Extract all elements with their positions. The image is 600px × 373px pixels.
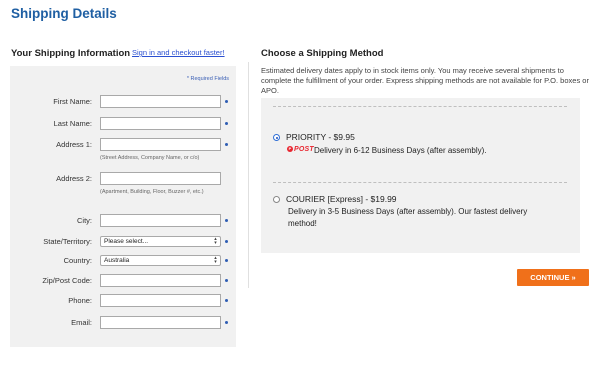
required-indicator (225, 143, 228, 146)
column-divider (248, 62, 249, 288)
address1-field[interactable] (100, 138, 221, 151)
required-indicator (225, 299, 228, 302)
shipping-method-intro: Estimated delivery dates apply to in sto… (261, 66, 589, 95)
signin-link[interactable]: Sign in and checkout faster! (132, 48, 225, 57)
zip-label: Zip/Post Code: (42, 276, 92, 285)
required-indicator (225, 259, 228, 262)
auspost-logo: P POST (287, 146, 314, 153)
continue-button[interactable]: CONTINUE » (517, 269, 589, 286)
address1-hint: (Street Address, Company Name, or c/o) (100, 155, 200, 161)
select-arrows-icon: ▴ ▾ (214, 255, 217, 265)
courier-option-description-line2: method! (288, 219, 317, 228)
last-name-field[interactable] (100, 117, 221, 130)
country-select-value: Australia (104, 257, 130, 264)
required-indicator (225, 279, 228, 282)
first-name-label: First Name: (53, 97, 92, 106)
country-select[interactable]: Australia ▴ ▾ (100, 255, 221, 266)
shipping-method-panel (261, 98, 580, 253)
required-indicator (225, 240, 228, 243)
shipping-info-heading: Your Shipping Information (11, 48, 131, 59)
priority-option-description: Delivery in 6-12 Business Days (after as… (314, 146, 487, 155)
required-indicator (225, 122, 228, 125)
courier-option-description-line1: Delivery in 3-5 Business Days (after ass… (288, 207, 528, 216)
phone-label: Phone: (68, 296, 92, 305)
country-label: Country: (63, 256, 92, 265)
page-title: Shipping Details (11, 6, 117, 21)
courier-option-title: COURIER [Express] - $19.99 (286, 194, 397, 204)
city-label: City: (77, 216, 92, 225)
phone-field[interactable] (100, 294, 221, 307)
priority-option-title: PRIORITY - $9.95 (286, 132, 355, 142)
city-field[interactable] (100, 214, 221, 227)
shipping-form-panel: * Required Fields First Name: Last Name:… (10, 66, 236, 347)
address2-label: Address 2: (56, 174, 92, 183)
priority-radio[interactable] (273, 134, 280, 141)
required-fields-note: * Required Fields (186, 76, 229, 82)
required-indicator (225, 219, 228, 222)
address2-field[interactable] (100, 172, 221, 185)
dashed-divider (273, 106, 567, 107)
zip-field[interactable] (100, 274, 221, 287)
state-select[interactable]: Please select... ▴ ▾ (100, 236, 221, 247)
email-label: Email: (71, 318, 92, 327)
shipping-method-heading: Choose a Shipping Method (261, 48, 384, 59)
courier-radio[interactable] (273, 196, 280, 203)
required-indicator (225, 321, 228, 324)
first-name-field[interactable] (100, 95, 221, 108)
address2-hint: (Apartment, Building, Floor, Buzzer #, e… (100, 189, 204, 195)
required-indicator (225, 100, 228, 103)
state-select-value: Please select... (104, 238, 149, 245)
auspost-p-icon: P (287, 146, 293, 153)
state-label: State/Territory: (43, 237, 92, 246)
email-field[interactable] (100, 316, 221, 329)
address1-label: Address 1: (56, 140, 92, 149)
last-name-label: Last Name: (53, 119, 92, 128)
select-arrows-icon: ▴ ▾ (214, 236, 217, 246)
dashed-divider (273, 182, 567, 183)
